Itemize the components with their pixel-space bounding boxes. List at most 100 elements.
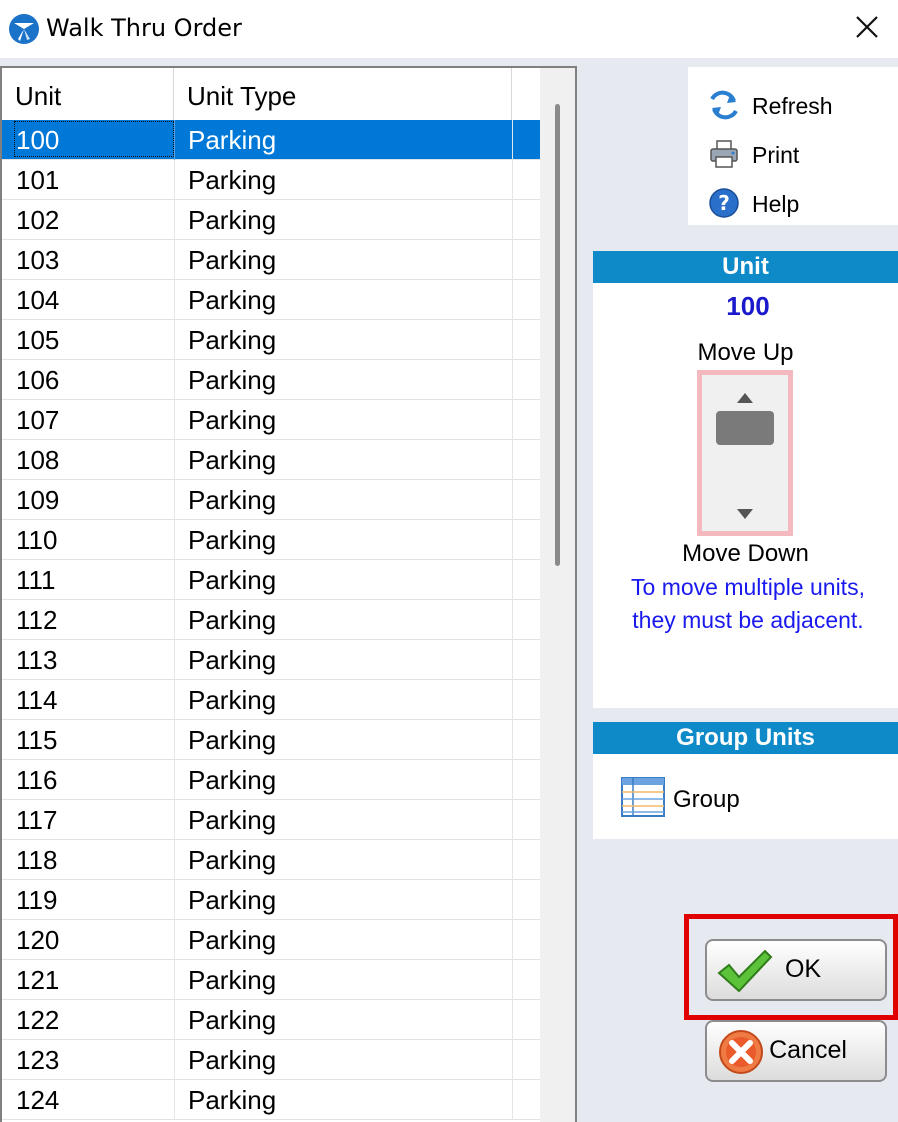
table-row[interactable]: 115 Parking — [2, 720, 540, 760]
table-row[interactable]: 121 Parking — [2, 960, 540, 1000]
unit-cell[interactable]: 105 — [16, 320, 171, 360]
unit-cell[interactable]: 122 — [16, 1000, 171, 1040]
unit-cell[interactable]: 116 — [16, 760, 171, 800]
unit-type-cell[interactable]: Parking — [188, 840, 508, 880]
unit-type-cell[interactable]: Parking — [188, 480, 508, 520]
unit-cell[interactable]: 115 — [16, 720, 171, 760]
unit-type-cell[interactable]: Parking — [188, 560, 508, 600]
ok-button[interactable]: OK — [705, 939, 887, 1001]
table-row[interactable]: 102 Parking — [2, 200, 540, 240]
unit-cell[interactable]: 102 — [16, 200, 171, 240]
column-header-unit[interactable]: Unit — [2, 68, 174, 120]
column-divider — [512, 680, 513, 720]
unit-type-cell[interactable]: Parking — [188, 160, 508, 200]
table-row[interactable]: 108 Parking — [2, 440, 540, 480]
column-divider — [512, 800, 513, 840]
unit-type-cell[interactable]: Parking — [188, 320, 508, 360]
unit-type-cell[interactable]: Parking — [188, 960, 508, 1000]
unit-cell[interactable]: 118 — [16, 840, 171, 880]
unit-type-cell[interactable]: Parking — [188, 880, 508, 920]
unit-cell[interactable]: 108 — [16, 440, 171, 480]
table-row[interactable]: 104 Parking — [2, 280, 540, 320]
unit-cell[interactable]: 111 — [16, 560, 171, 600]
unit-cell[interactable]: 100 — [16, 120, 171, 160]
unit-type-cell[interactable]: Parking — [188, 280, 508, 320]
table-row[interactable]: 103 Parking — [2, 240, 540, 280]
move-unit-scroller[interactable] — [697, 370, 793, 536]
units-grid[interactable]: Unit Unit Type 100 Parking 101 Parking 102 Pa… — [0, 66, 577, 1122]
move-down-label: Move Down — [682, 540, 809, 567]
svg-text:?: ? — [718, 191, 730, 215]
cancel-button[interactable]: Cancel — [705, 1020, 887, 1082]
unit-type-cell[interactable]: Parking — [188, 1080, 508, 1120]
unit-type-cell[interactable]: Parking — [188, 680, 508, 720]
table-row[interactable]: 111 Parking — [2, 560, 540, 600]
unit-cell[interactable]: 110 — [16, 520, 171, 560]
unit-cell[interactable]: 114 — [16, 680, 171, 720]
unit-type-cell[interactable]: Parking — [188, 120, 508, 160]
unit-cell[interactable]: 107 — [16, 400, 171, 440]
unit-cell[interactable]: 103 — [16, 240, 171, 280]
unit-cell[interactable]: 113 — [16, 640, 171, 680]
table-row[interactable]: 101 Parking — [2, 160, 540, 200]
unit-cell[interactable]: 101 — [16, 160, 171, 200]
table-row[interactable]: 118 Parking — [2, 840, 540, 880]
scrollbar-thumb[interactable] — [555, 104, 560, 566]
group-button[interactable]: Group — [621, 776, 781, 820]
table-row[interactable]: 106 Parking — [2, 360, 540, 400]
table-row[interactable]: 124 Parking — [2, 1080, 540, 1120]
unit-cell[interactable]: 123 — [16, 1040, 171, 1080]
unit-cell[interactable]: 106 — [16, 360, 171, 400]
move-down-arrow-icon[interactable] — [732, 501, 758, 527]
table-row[interactable]: 120 Parking — [2, 920, 540, 960]
table-row[interactable]: 109 Parking — [2, 480, 540, 520]
unit-type-cell[interactable]: Parking — [188, 920, 508, 960]
unit-type-cell[interactable]: Parking — [188, 760, 508, 800]
unit-type-cell[interactable]: Parking — [188, 360, 508, 400]
unit-type-cell[interactable]: Parking — [188, 1040, 508, 1080]
unit-type-cell[interactable]: Parking — [188, 240, 508, 280]
unit-type-cell[interactable]: Parking — [188, 1000, 508, 1040]
table-row[interactable]: 114 Parking — [2, 680, 540, 720]
unit-cell[interactable]: 124 — [16, 1080, 171, 1120]
unit-type-cell[interactable]: Parking — [188, 600, 508, 640]
table-row[interactable]: 123 Parking — [2, 1040, 540, 1080]
unit-type-cell[interactable]: Parking — [188, 200, 508, 240]
close-icon[interactable] — [844, 5, 890, 49]
refresh-label: Refresh — [752, 93, 833, 119]
table-row[interactable]: 112 Parking — [2, 600, 540, 640]
unit-type-cell[interactable]: Parking — [188, 520, 508, 560]
table-row[interactable]: 110 Parking — [2, 520, 540, 560]
table-row[interactable]: 122 Parking — [2, 1000, 540, 1040]
unit-cell[interactable]: 112 — [16, 600, 171, 640]
table-row[interactable]: 116 Parking — [2, 760, 540, 800]
vertical-scrollbar[interactable] — [540, 68, 575, 1122]
column-divider — [174, 760, 175, 800]
unit-cell[interactable]: 109 — [16, 480, 171, 520]
column-divider — [512, 1040, 513, 1080]
unit-type-cell[interactable]: Parking — [188, 800, 508, 840]
unit-type-cell[interactable]: Parking — [188, 640, 508, 680]
toolbox-panel: Refresh Print ? Help — [688, 67, 898, 225]
unit-cell[interactable]: 119 — [16, 880, 171, 920]
unit-cell[interactable]: 117 — [16, 800, 171, 840]
column-divider — [512, 280, 513, 320]
unit-type-cell[interactable]: Parking — [188, 400, 508, 440]
move-scroller-thumb[interactable] — [716, 411, 774, 445]
unit-cell[interactable]: 104 — [16, 280, 171, 320]
table-row[interactable]: 119 Parking — [2, 880, 540, 920]
column-divider — [174, 280, 175, 320]
unit-type-cell[interactable]: Parking — [188, 720, 508, 760]
unit-type-cell[interactable]: Parking — [188, 440, 508, 480]
unit-cell[interactable]: 120 — [16, 920, 171, 960]
table-row[interactable]: 107 Parking — [2, 400, 540, 440]
unit-cell[interactable]: 121 — [16, 960, 171, 1000]
column-divider — [174, 800, 175, 840]
column-header-unit-type[interactable]: Unit Type — [174, 68, 512, 120]
table-row[interactable]: 113 Parking — [2, 640, 540, 680]
column-divider — [174, 560, 175, 600]
move-up-arrow-icon[interactable] — [732, 385, 758, 411]
table-row[interactable]: 117 Parking — [2, 800, 540, 840]
table-row[interactable]: 100 Parking — [2, 120, 540, 160]
table-row[interactable]: 105 Parking — [2, 320, 540, 360]
